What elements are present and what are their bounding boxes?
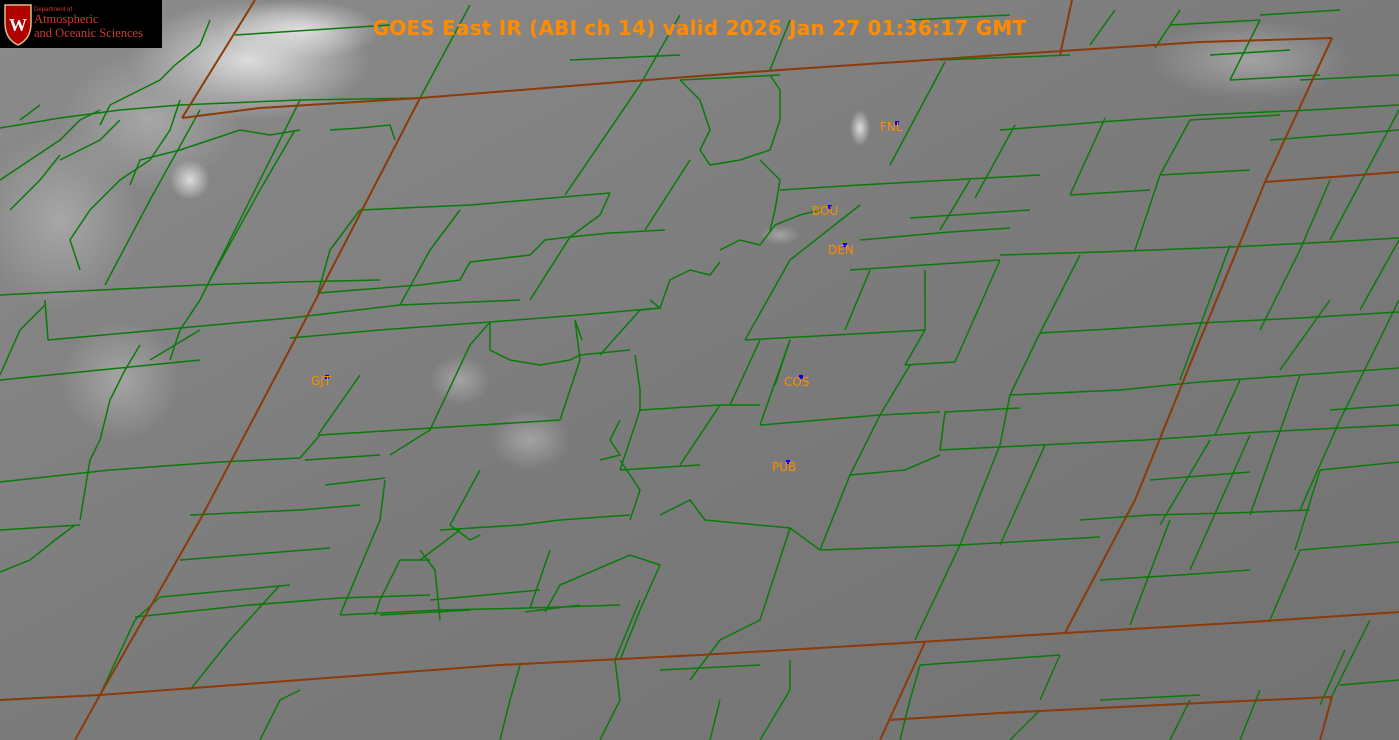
satellite-map [0, 0, 1399, 740]
station-label-cos: COS [784, 375, 810, 389]
map-title: GOES East IR (ABI ch 14) valid 2026 Jan … [372, 16, 1027, 40]
station-label-gjt: GJT [311, 374, 332, 388]
station-label-pub: PUB [772, 460, 797, 474]
station-label-fnl: FNL [880, 120, 903, 134]
station-label-bou: BOU [812, 204, 839, 218]
station-label-den: DEN [828, 243, 854, 257]
